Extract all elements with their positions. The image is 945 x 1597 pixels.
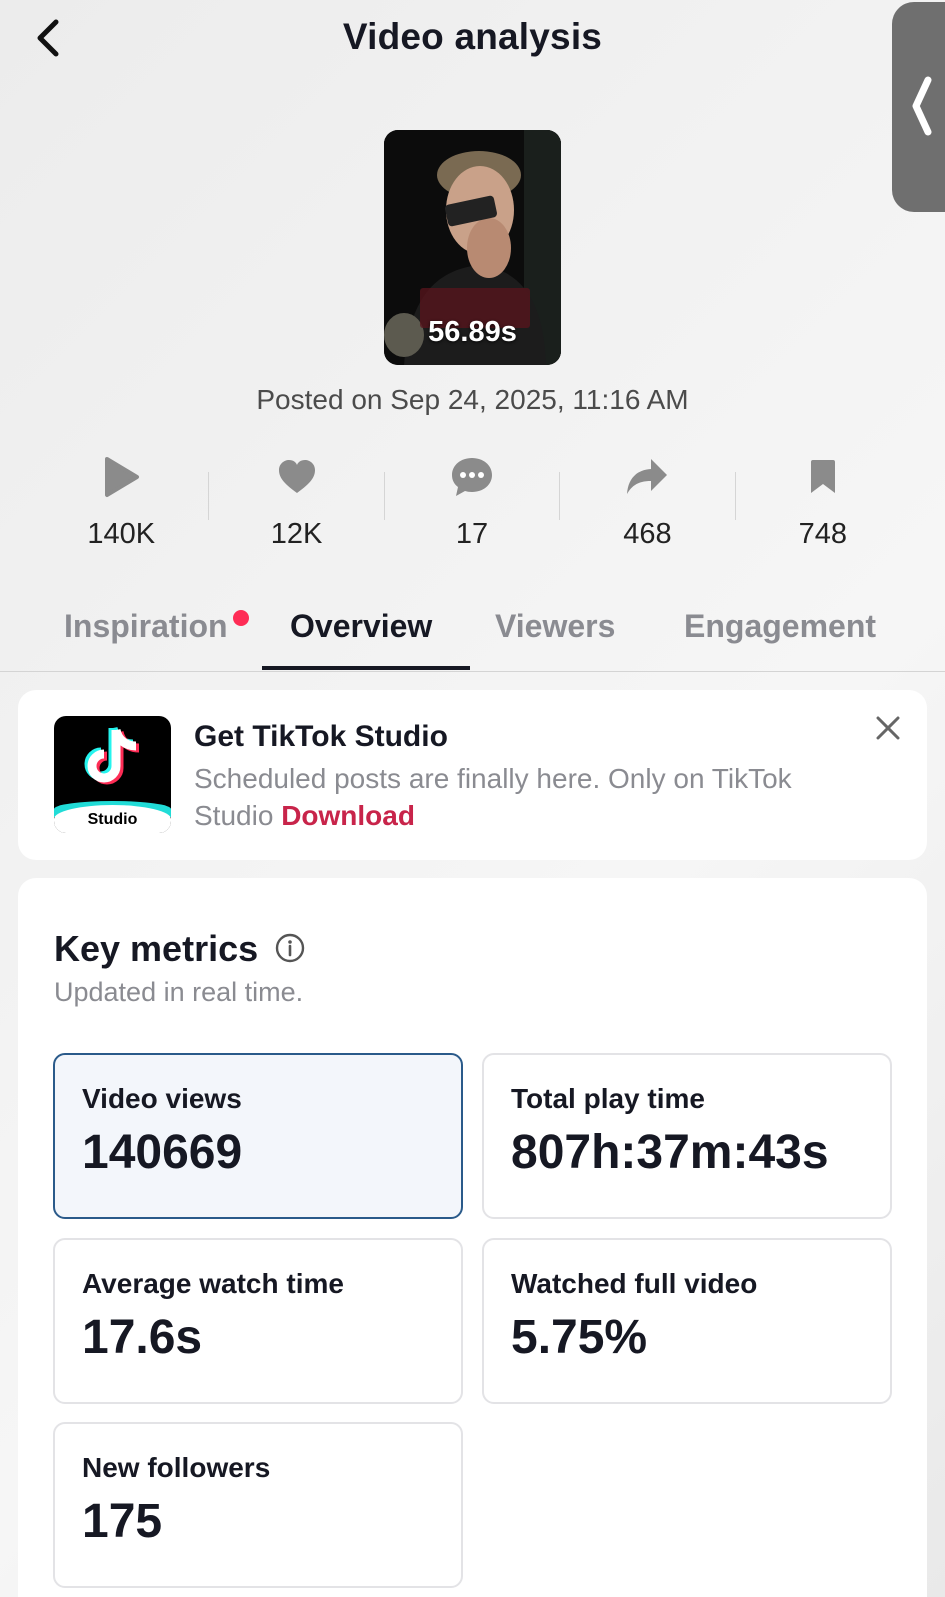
stat-comments: 17 [385,452,559,562]
promo-description: Scheduled posts are finally here. Only o… [194,760,854,834]
heart-icon [278,460,315,493]
tab-overview[interactable]: Overview [290,608,432,645]
stat-shares: 468 [560,452,734,562]
info-icon[interactable] [274,932,306,964]
metric-value: 807h:37m:43s [511,1126,829,1179]
download-link[interactable]: Download [281,800,415,831]
stat-value: 12K [270,518,323,550]
tab-inspiration[interactable]: Inspiration [64,608,228,645]
metric-label: Video views [82,1083,242,1114]
stat-likes: 12K [209,452,383,562]
tiktok-studio-promo: Studio Get TikTok Studio Scheduled posts… [18,690,927,860]
key-metrics-card: Key metrics Updated in real time. Video … [18,878,927,1597]
active-tab-indicator [262,666,470,670]
close-promo-button[interactable] [872,712,904,744]
side-panel-handle[interactable] [892,2,945,212]
key-metrics-subtitle: Updated in real time. [54,977,304,1007]
promo-title: Get TikTok Studio [194,720,448,753]
metric-value: 140669 [82,1126,243,1179]
metric-label: Total play time [511,1083,705,1114]
video-duration: 56.89s [428,316,517,348]
metric-value: 175 [82,1495,163,1548]
chevron-left-icon [912,76,932,136]
tab-engagement[interactable]: Engagement [684,608,876,645]
info-circle-icon [275,933,305,963]
tab-bar: Inspiration Overview Viewers Engagement [0,600,945,672]
metric-value: 5.75% [511,1311,648,1364]
tab-viewers[interactable]: Viewers [495,608,615,645]
close-icon [876,716,900,740]
stat-value: 140K [87,518,156,550]
share-icon [627,459,668,494]
key-metrics-title: Key metrics [54,928,259,969]
metric-value: 17.6s [82,1311,203,1364]
play-icon [105,457,140,497]
stat-value: 468 [623,518,672,550]
notification-dot [233,610,249,626]
metric-label: Watched full video [511,1268,758,1299]
tiktok-studio-logo: Studio [54,716,171,833]
stat-value: 748 [798,518,848,550]
metric-watched-full-video[interactable]: Watched full video 5.75% [482,1238,892,1404]
bookmark-icon [810,460,835,493]
stat-views: 140K [34,452,208,562]
stat-saves: 748 [736,452,910,562]
metric-label: Average watch time [82,1268,344,1299]
comment-icon [452,458,493,496]
video-thumbnail[interactable]: 56.89s [384,130,561,365]
metric-total-play-time[interactable]: Total play time 807h:37m:43s [482,1053,892,1219]
metric-video-views[interactable]: Video views 140669 [53,1053,463,1219]
metric-average-watch-time[interactable]: Average watch time 17.6s [53,1238,463,1404]
tiktok-note-icon [84,726,140,785]
video-analysis-screen: Video analysis 56.89s Posted on Sep 24, … [0,0,945,1597]
posted-date: Posted on Sep 24, 2025, 11:16 AM [256,384,689,415]
stat-value: 17 [455,518,489,550]
page-title: Video analysis [342,16,603,57]
logo-label: Studio [87,811,138,828]
metric-label: New followers [82,1452,271,1483]
engagement-stats: 140K 12K 17 468 748 [34,452,910,562]
metric-new-followers[interactable]: New followers 175 [53,1422,463,1588]
